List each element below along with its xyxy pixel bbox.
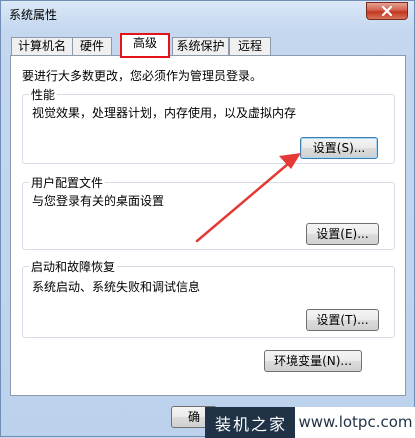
- system-properties-window: 系统属性 计算机名 硬件 高级 系统保护 远程 要进行大多数更改，您必须作为管理…: [0, 0, 415, 438]
- tab-advanced[interactable]: 高级: [120, 33, 170, 58]
- pointer-arrow: [195, 153, 301, 243]
- watermark-url: www.lotpc.com: [295, 407, 415, 438]
- watermark-chinese: 装机之家: [215, 414, 288, 434]
- watermark: 装机之家 www.lotpc.com: [205, 407, 415, 438]
